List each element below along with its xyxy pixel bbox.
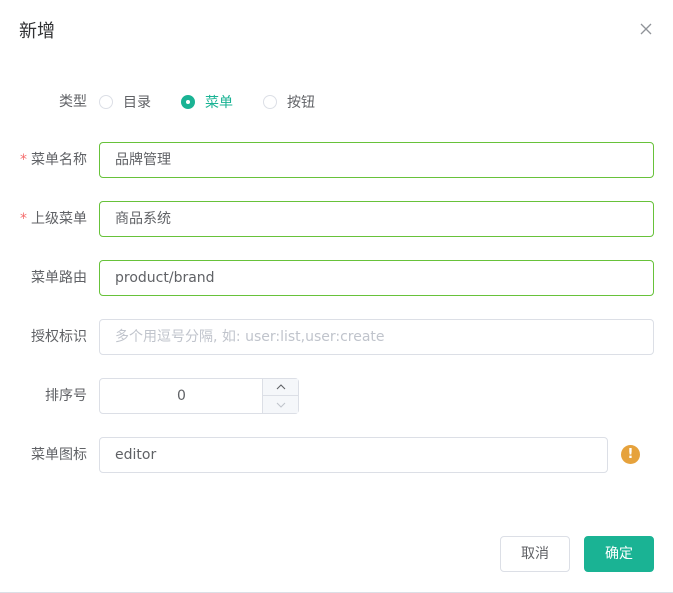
- menu-icon-label: 菜单图标: [31, 447, 87, 463]
- permission-label: 授权标识: [31, 329, 87, 345]
- menu-route-input[interactable]: product/brand: [99, 260, 654, 296]
- menu-name-label-text: 菜单名称: [31, 152, 87, 168]
- radio-label: 按钮: [287, 95, 315, 111]
- menu-name-input[interactable]: 品牌管理: [99, 142, 654, 178]
- cancel-button[interactable]: 取消: [500, 536, 570, 572]
- radio-circle-icon: [263, 95, 277, 109]
- radio-circle-icon: [99, 95, 113, 109]
- radio-label: 菜单: [205, 95, 233, 111]
- type-radio-menu[interactable]: 菜单: [181, 92, 233, 112]
- chevron-down-icon: [276, 402, 285, 408]
- decrease-button[interactable]: [263, 396, 298, 413]
- parent-menu-label: * 上级菜单: [20, 209, 87, 229]
- parent-menu-label-text: 上级菜单: [31, 211, 87, 227]
- dialog-title: 新增: [19, 21, 55, 42]
- sort-order-label: 排序号: [45, 388, 87, 404]
- radio-label: 目录: [123, 95, 151, 111]
- type-radio-button[interactable]: 按钮: [263, 92, 315, 112]
- type-radio-directory[interactable]: 目录: [99, 92, 151, 112]
- chevron-up-icon: [276, 384, 285, 390]
- permission-input[interactable]: [99, 319, 654, 355]
- required-asterisk: *: [20, 152, 27, 168]
- close-icon[interactable]: [636, 19, 656, 39]
- menu-icon-input[interactable]: editor: [99, 437, 608, 473]
- add-menu-dialog: 新增 类型 目录 菜单 按钮 * 菜单名称 品牌管理 * 上级菜单 商品系统 菜单路…: [0, 0, 673, 593]
- parent-menu-input[interactable]: 商品系统: [99, 201, 654, 237]
- warning-icon[interactable]: !: [621, 445, 640, 464]
- type-label: 类型: [59, 94, 87, 110]
- menu-name-label: * 菜单名称: [20, 150, 87, 170]
- increase-button[interactable]: [263, 379, 298, 396]
- radio-checked-icon: [181, 95, 195, 109]
- sort-order-stepper[interactable]: 0: [99, 378, 299, 414]
- confirm-button[interactable]: 确定: [584, 536, 654, 572]
- stepper-controls: [262, 379, 298, 413]
- sort-order-value[interactable]: 0: [100, 379, 263, 413]
- menu-route-label: 菜单路由: [31, 270, 87, 286]
- required-asterisk: *: [20, 211, 27, 227]
